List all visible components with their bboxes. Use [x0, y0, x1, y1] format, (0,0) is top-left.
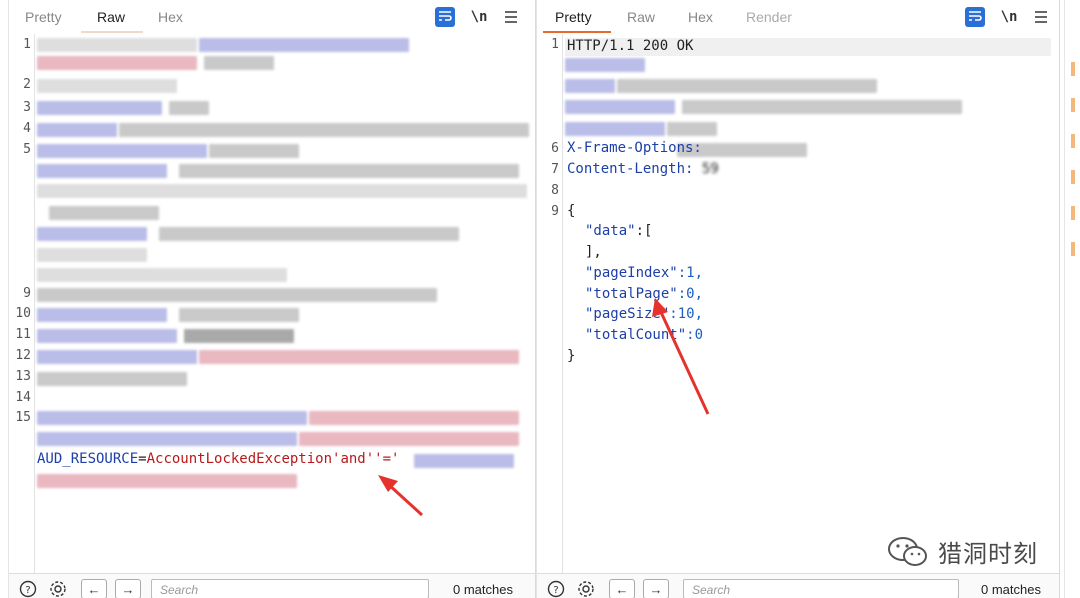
- watermark-text: 猎洞时刻: [938, 540, 1038, 568]
- annotation-arrows: [378, 298, 710, 517]
- arrow-to-response-json: [652, 298, 710, 415]
- watermark: 猎洞时刻: [886, 534, 1038, 569]
- wechat-icon: [888, 536, 927, 566]
- arrow-to-payload: [378, 475, 424, 517]
